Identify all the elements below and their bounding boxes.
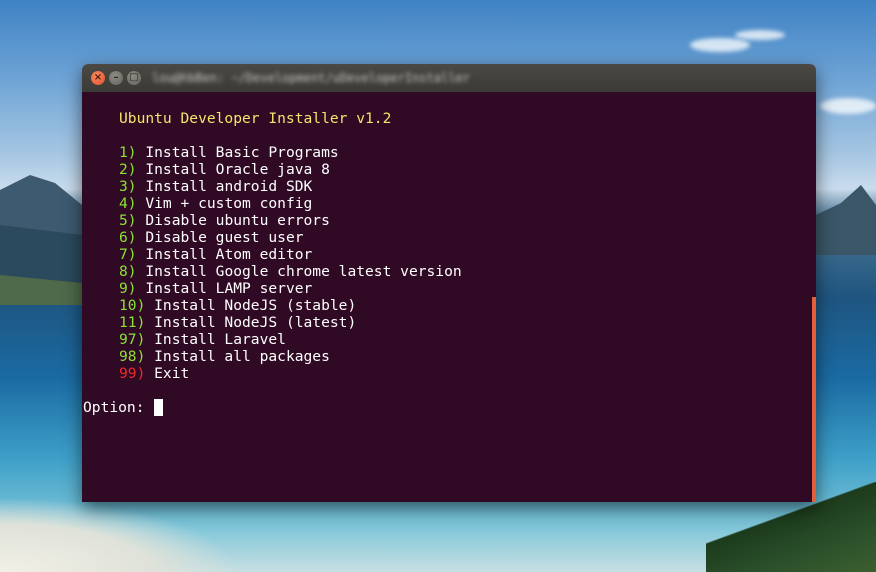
cloud [690,38,750,52]
terminal-area[interactable]: Ubuntu Developer Installer v1.2 1) Insta… [82,92,816,502]
menu-item-exit: 99) Exit [119,365,189,382]
menu-item-label: Exit [145,365,190,382]
menu-item-label: Install Atom editor [136,246,313,263]
mountain-left [0,175,82,305]
menu-item-number: 5) [119,212,137,229]
mountain-right [816,185,876,255]
maximize-button[interactable]: □ [127,71,141,85]
cloud [735,30,785,40]
menu-item-number: 97) [119,331,146,348]
menu-item-label: Install LAMP server [136,280,313,297]
menu-item-number: 2) [119,161,137,178]
menu-item-label: Install Google chrome latest version [136,263,462,280]
menu-item-number: 3) [119,178,137,195]
menu-item: 5) Disable ubuntu errors [119,212,330,229]
menu-item: 1) Install Basic Programs [119,144,339,161]
menu-item: 97) Install Laravel [119,331,286,348]
menu-item-number: 11) [119,314,146,331]
menu-item-number: 1) [119,144,137,161]
titlebar[interactable]: × – □ lou@hbBen: ~/Development/uDevelope… [82,64,816,92]
menu-item: 7) Install Atom editor [119,246,312,263]
menu-item: 10) Install NodeJS (stable) [119,297,356,314]
menu-item-number: 9) [119,280,137,297]
close-button[interactable]: × [91,71,105,85]
prompt-label: Option: [83,399,154,416]
menu-item-label: Disable ubuntu errors [136,212,330,229]
menu-item-number: 99) [119,365,146,382]
menu-item-number: 10) [119,297,146,314]
menu-item: 4) Vim + custom config [119,195,312,212]
menu-item-label: Install Laravel [145,331,286,348]
menu-item-number: 4) [119,195,137,212]
option-prompt[interactable]: Option: [83,399,164,416]
minimize-button[interactable]: – [109,71,123,85]
menu-item: 9) Install LAMP server [119,280,312,297]
cloud [820,98,876,114]
terminal-window: × – □ lou@hbBen: ~/Development/uDevelope… [82,64,816,502]
installer-header: Ubuntu Developer Installer v1.2 [119,110,392,127]
menu-item: 98) Install all packages [119,348,330,365]
menu-item-label: Install NodeJS (stable) [145,297,357,314]
menu-item: 2) Install Oracle java 8 [119,161,330,178]
menu-item-label: Install Oracle java 8 [136,161,330,178]
menu-item-label: Install android SDK [136,178,313,195]
menu-item-number: 8) [119,263,137,280]
menu-item: 11) Install NodeJS (latest) [119,314,356,331]
menu-item: 8) Install Google chrome latest version [119,263,462,280]
menu-item: 6) Disable guest user [119,229,304,246]
scrollbar[interactable] [812,297,816,502]
window-title: lou@hbBen: ~/Development/uDeveloperInsta… [152,71,470,85]
text-cursor [154,399,164,416]
menu-item-number: 7) [119,246,137,263]
menu-item-label: Install Basic Programs [136,144,339,161]
menu-item-label: Vim + custom config [136,195,313,212]
beach [0,497,240,572]
menu-item-label: Disable guest user [136,229,304,246]
menu-item-label: Install all packages [145,348,330,365]
menu-item-number: 98) [119,348,146,365]
menu-item-number: 6) [119,229,137,246]
menu-item: 3) Install android SDK [119,178,312,195]
menu-item-label: Install NodeJS (latest) [145,314,357,331]
